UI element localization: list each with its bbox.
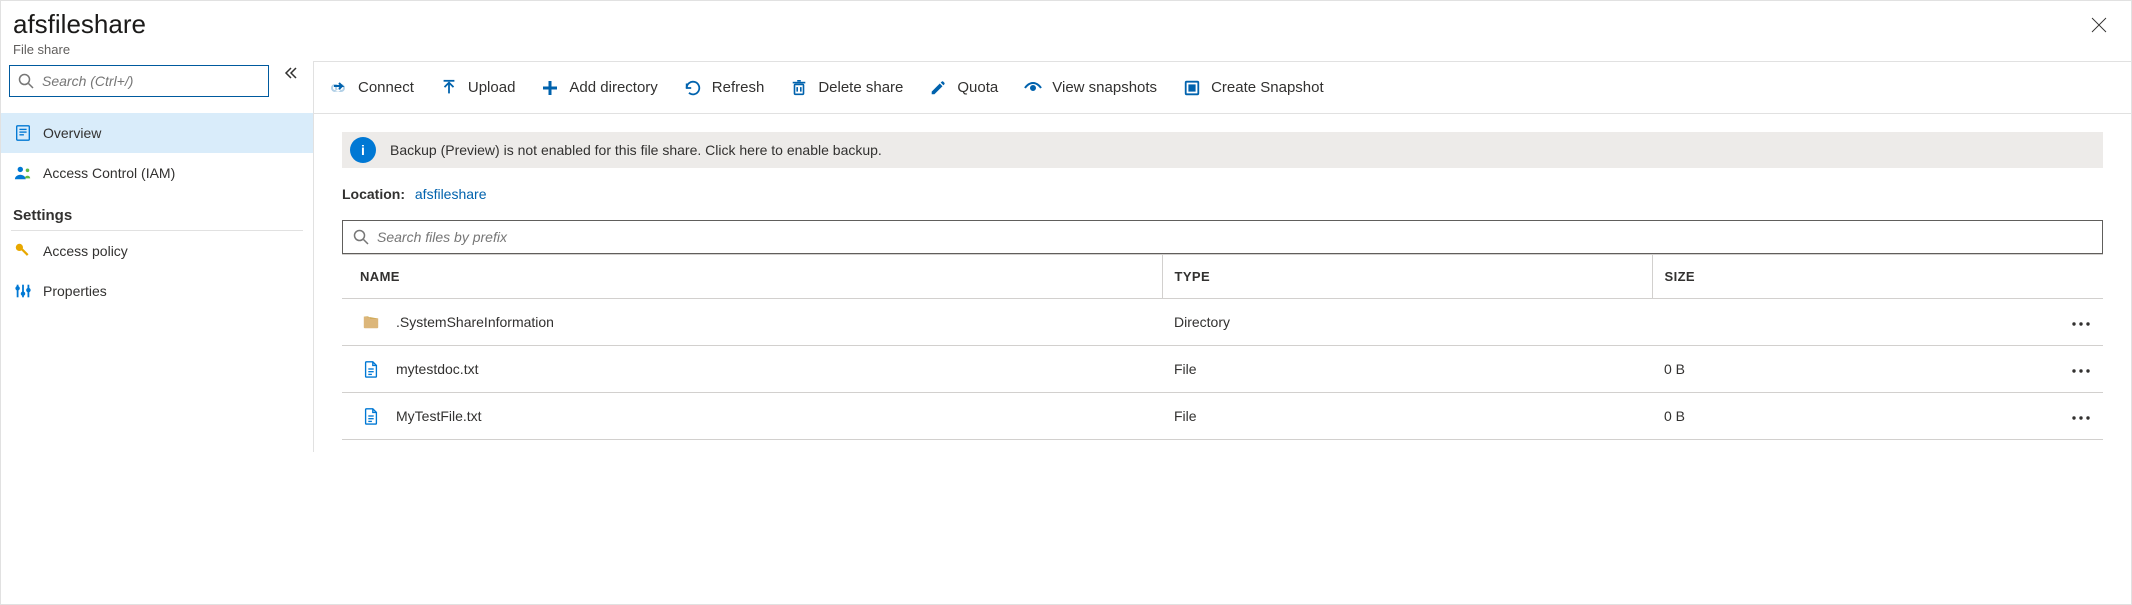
table-row[interactable]: MyTestFile.txt File0 B [342, 393, 2103, 440]
close-icon [2091, 17, 2107, 33]
col-header-type[interactable]: TYPE [1162, 255, 1652, 299]
snapshot-icon [1181, 77, 1203, 99]
quota-button[interactable]: Quota [927, 62, 998, 113]
page-title: afsfileshare [13, 9, 146, 40]
table-row[interactable]: mytestdoc.txt File0 B [342, 346, 2103, 393]
row-menu-button[interactable] [1880, 299, 2103, 346]
main-content: Connect Upload Add directory Refresh [313, 61, 2131, 452]
file-type: Directory [1162, 299, 1652, 346]
blade-header: afsfileshare File share [1, 1, 2131, 61]
edit-icon [927, 77, 949, 99]
connect-button[interactable]: Connect [328, 62, 414, 113]
refresh-icon [682, 77, 704, 99]
col-header-name[interactable]: NAME [342, 255, 1162, 299]
upload-button[interactable]: Upload [438, 62, 516, 113]
refresh-button[interactable]: Refresh [682, 62, 765, 113]
file-name: MyTestFile.txt [396, 408, 482, 424]
sliders-icon [13, 281, 33, 301]
file-name: .SystemShareInformation [396, 314, 554, 330]
sidebar-item-label: Properties [43, 283, 107, 299]
info-bar-text: Backup (Preview) is not enabled for this… [390, 142, 882, 158]
file-table: NAME TYPE SIZE .SystemShareInformation Di… [342, 254, 2103, 440]
plus-icon [539, 77, 561, 99]
create-snapshot-button[interactable]: Create Snapshot [1181, 62, 1324, 113]
delete-share-button[interactable]: Delete share [788, 62, 903, 113]
info-icon: i [350, 137, 376, 163]
upload-icon [438, 77, 460, 99]
sidebar-item-label: Overview [43, 125, 101, 141]
sidebar-item-iam[interactable]: Access Control (IAM) [1, 153, 313, 193]
sidebar-item-access-policy[interactable]: Access policy [1, 231, 313, 271]
file-name: mytestdoc.txt [396, 361, 478, 377]
file-size: 0 B [1652, 393, 1880, 440]
sidebar-search-input[interactable] [42, 73, 260, 89]
location-label: Location: [342, 186, 405, 202]
eye-icon [1022, 77, 1044, 99]
file-search-input[interactable] [377, 229, 2092, 245]
file-size [1652, 299, 1880, 346]
sidebar-item-label: Access Control (IAM) [43, 165, 175, 181]
overview-icon [13, 123, 33, 143]
search-icon [353, 229, 369, 245]
folder-icon [360, 311, 382, 333]
col-header-size[interactable]: SIZE [1652, 255, 2103, 299]
toolbar: Connect Upload Add directory Refresh [314, 62, 2131, 114]
chevron-double-left-icon [283, 65, 299, 81]
location-link[interactable]: afsfileshare [415, 186, 487, 202]
trash-icon [788, 77, 810, 99]
search-icon [18, 73, 34, 89]
file-search[interactable] [342, 220, 2103, 254]
sidebar-search[interactable] [9, 65, 269, 97]
sidebar-item-label: Access policy [43, 243, 128, 259]
people-icon [13, 163, 33, 183]
page-subtitle: File share [13, 42, 146, 57]
info-bar-backup[interactable]: i Backup (Preview) is not enabled for th… [342, 132, 2103, 168]
file-size: 0 B [1652, 346, 1880, 393]
view-snapshots-button[interactable]: View snapshots [1022, 62, 1157, 113]
sidebar-item-overview[interactable]: Overview [1, 113, 313, 153]
sidebar-group-settings: Settings [1, 193, 313, 230]
key-icon [13, 241, 33, 261]
collapse-sidebar-button[interactable] [277, 65, 305, 81]
file-type: File [1162, 393, 1652, 440]
file-icon [360, 358, 382, 380]
row-menu-button[interactable] [1880, 346, 2103, 393]
table-row[interactable]: .SystemShareInformation Directory [342, 299, 2103, 346]
close-button[interactable] [2083, 9, 2115, 41]
file-icon [360, 405, 382, 427]
location-row: Location: afsfileshare [342, 186, 2103, 202]
sidebar: Overview Access Control (IAM) Settings A… [1, 61, 313, 452]
sidebar-item-properties[interactable]: Properties [1, 271, 313, 311]
row-menu-button[interactable] [1880, 393, 2103, 440]
connect-icon [328, 77, 350, 99]
add-directory-button[interactable]: Add directory [539, 62, 657, 113]
file-type: File [1162, 346, 1652, 393]
